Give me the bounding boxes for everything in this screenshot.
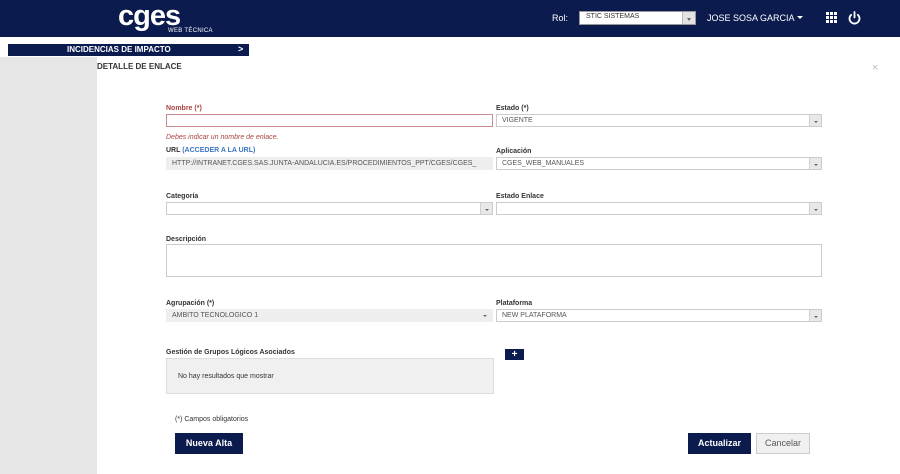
agrupacion-label: Agrupación (*) — [166, 300, 215, 307]
rol-select-value: STIC SISTEMAS — [586, 13, 640, 20]
incidencias-label: INCIDENCIAS DE IMPACTO — [67, 45, 171, 54]
estado-value: VIGENTE — [502, 117, 533, 124]
categoria-select[interactable] — [166, 202, 493, 215]
aplicacion-label: Aplicación — [496, 148, 532, 155]
nombre-input[interactable] — [166, 114, 493, 127]
estado-enlace-label: Estado Enlace — [496, 193, 544, 200]
actualizar-button[interactable]: Actualizar — [688, 433, 751, 454]
campos-obligatorios-note: (*) Campos obligatorios — [175, 416, 249, 423]
chevron-down-icon — [682, 12, 695, 24]
nombre-label: Nombre (*) — [166, 105, 202, 112]
descripcion-textarea[interactable] — [166, 244, 822, 277]
incidencias-impacto-button[interactable]: INCIDENCIAS DE IMPACTO > — [8, 44, 249, 56]
close-icon[interactable]: × — [872, 62, 878, 74]
cancelar-button[interactable]: Cancelar — [756, 433, 810, 454]
descripcion-label: Descripción — [166, 236, 207, 243]
rol-select[interactable]: STIC SISTEMAS — [579, 11, 696, 25]
aplicacion-select[interactable]: CGES_WEB_MANUALES — [496, 157, 822, 170]
chevron-down-icon — [809, 158, 821, 169]
user-menu[interactable]: JOSE SOSA GARCIA — [707, 13, 803, 23]
aplicacion-value: CGES_WEB_MANUALES — [502, 160, 585, 167]
chevron-down-icon — [809, 115, 821, 126]
app-logo[interactable]: cges WEB TÉCNICA — [118, 0, 213, 35]
agrupacion-value: AMBITO TECNOLOGICO 1 — [172, 312, 259, 319]
nombre-error-message: Debes indicar un nombre de enlace. — [166, 134, 279, 141]
chevron-down-icon — [809, 203, 821, 214]
chevron-down-icon — [809, 310, 821, 321]
logo-text: cges — [118, 0, 181, 32]
plataforma-select[interactable]: NEW PLATAFORMA — [496, 309, 822, 322]
modal-title: DETALLE DE ENLACE — [97, 62, 182, 71]
nueva-alta-button[interactable]: Nueva Alta — [175, 433, 243, 454]
plataforma-value: NEW PLATAFORMA — [502, 312, 567, 319]
power-icon[interactable] — [848, 11, 861, 25]
estado-label: Estado (*) — [496, 105, 529, 112]
plataforma-label: Plataforma — [496, 300, 533, 307]
agrupacion-select[interactable]: AMBITO TECNOLOGICO 1 — [166, 309, 493, 322]
logo-subtitle: WEB TÉCNICA — [168, 28, 213, 34]
apps-grid-icon[interactable] — [826, 12, 837, 23]
chevron-down-icon — [480, 203, 492, 214]
grupos-label: Gestión de Grupos Lógicos Asociados — [166, 349, 295, 356]
user-name: JOSE SOSA GARCIA — [707, 13, 795, 23]
rol-label: Rol: — [552, 13, 569, 23]
chevron-down-icon — [483, 315, 487, 319]
estado-select[interactable]: VIGENTE — [496, 114, 822, 127]
caret-down-icon — [796, 16, 803, 22]
categoria-label: Categoría — [166, 193, 199, 200]
chevron-right-icon: > — [238, 44, 244, 54]
estado-enlace-select[interactable] — [496, 202, 822, 215]
url-input[interactable]: HTTP://INTRANET.CGES.SAS.JUNTA-ANDALUCIA… — [166, 157, 493, 170]
acceder-url-link[interactable]: (ACCEDER A LA URL) — [182, 147, 255, 154]
url-label: URL (ACCEDER A LA URL) — [166, 147, 256, 154]
grupos-empty-message: No hay resultados que mostrar — [178, 373, 274, 380]
url-value: HTTP://INTRANET.CGES.SAS.JUNTA-ANDALUCIA… — [172, 160, 477, 167]
add-grupo-button[interactable]: + — [505, 349, 524, 360]
